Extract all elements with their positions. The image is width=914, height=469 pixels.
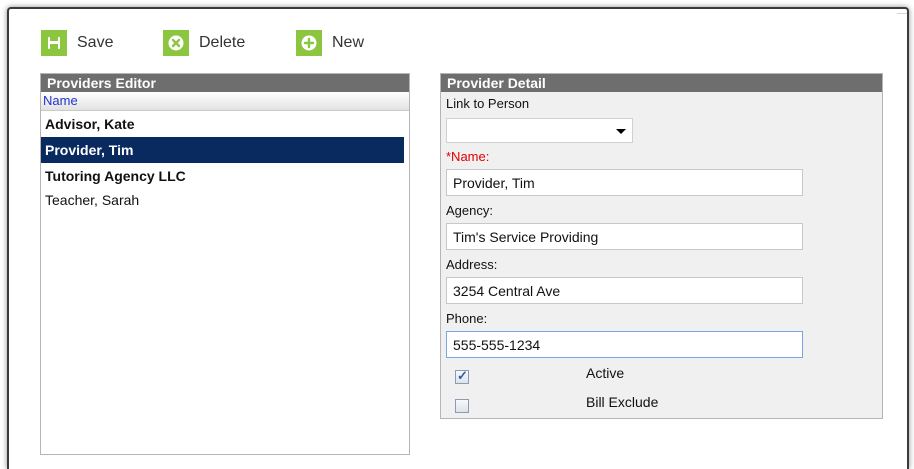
name-label: *Name: (446, 149, 490, 164)
active-checkbox[interactable]: ✓ (455, 368, 469, 384)
address-field[interactable] (446, 277, 803, 304)
phone-label: Phone: (446, 311, 488, 326)
save-button[interactable]: Save (41, 30, 113, 56)
agency-label: Agency: (446, 203, 493, 218)
providers-editor-panel: Providers Editor Name Advisor, Kate Prov… (40, 73, 410, 455)
chevron-down-icon (616, 129, 626, 134)
name-field[interactable] (446, 169, 803, 196)
agency-field[interactable] (446, 223, 803, 250)
name-column-header[interactable]: Name (41, 92, 409, 111)
delete-button[interactable]: Delete (163, 30, 245, 56)
floppy-disk-icon (41, 30, 67, 56)
provider-detail-panel: Provider Detail Link to Person *Name: Ag… (440, 73, 883, 419)
new-label: New (332, 34, 365, 51)
delete-label: Delete (199, 34, 246, 51)
new-button[interactable]: New (296, 30, 364, 56)
checkmark-icon: ✓ (457, 368, 468, 383)
list-item[interactable]: Teacher, Sarah (41, 189, 409, 211)
list-item[interactable]: Tutoring Agency LLC (41, 163, 409, 189)
bill-exclude-label: Bill Exclude (586, 394, 659, 410)
active-label: Active (586, 365, 625, 381)
save-label: Save (77, 34, 114, 51)
providers-editor-title: Providers Editor (41, 74, 409, 92)
bill-exclude-checkbox[interactable] (455, 399, 469, 413)
phone-field[interactable] (446, 331, 803, 358)
x-circle-icon (163, 30, 189, 56)
provider-detail-title: Provider Detail (441, 74, 882, 92)
window-edge-mark (897, 13, 907, 14)
providers-list: Advisor, Kate Provider, Tim Tutoring Age… (41, 111, 409, 211)
list-item-selected[interactable]: Provider, Tim (41, 137, 404, 163)
plus-circle-icon (296, 30, 322, 56)
list-item[interactable]: Advisor, Kate (41, 111, 409, 137)
address-label: Address: (446, 257, 498, 272)
link-to-person-select[interactable] (446, 118, 633, 143)
link-to-person-label: Link to Person (446, 96, 530, 111)
